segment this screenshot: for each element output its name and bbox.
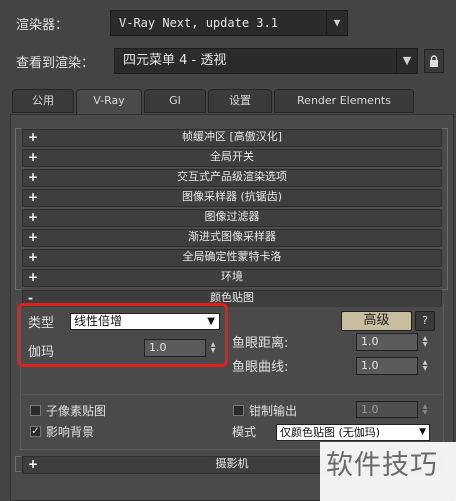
rollout-progressive-sampler[interactable]: + 渐进式图像采样器 bbox=[22, 229, 442, 247]
gamma-label: 伽玛 bbox=[28, 345, 55, 360]
tab-vray[interactable]: V-Ray bbox=[76, 89, 142, 115]
chevron-down-icon: ▼ bbox=[326, 11, 347, 35]
lock-button[interactable] bbox=[424, 49, 444, 73]
clamp-checkbox[interactable] bbox=[233, 405, 244, 416]
clamp-spinner[interactable]: ▲ ▼ bbox=[420, 401, 430, 418]
clamp-input[interactable]: 1.0 bbox=[356, 401, 418, 418]
rollout-frame-buffer[interactable]: + 帧缓冲区 [高傲汉化] bbox=[22, 129, 442, 147]
tab-gi[interactable]: GI bbox=[144, 89, 206, 113]
advanced-button[interactable]: 高级 bbox=[341, 311, 412, 331]
clamp-label: 钳制输出 bbox=[249, 404, 298, 418]
renderer-dropdown[interactable]: V-Ray Next, update 3.1 ▼ bbox=[110, 10, 348, 36]
rollout-bracket bbox=[442, 128, 448, 290]
fisheye-distance-input[interactable]: 1.0 bbox=[356, 333, 418, 351]
view-value: 四元菜单 4 - 透视 bbox=[123, 53, 227, 68]
watermark-text: 软件技巧 bbox=[326, 450, 438, 481]
view-label: 查看到渲染： bbox=[16, 56, 95, 71]
fisheye-curve-spinner[interactable]: ▲ ▼ bbox=[420, 357, 430, 375]
rollout-environment[interactable]: + 环境 bbox=[22, 269, 442, 287]
lock-icon bbox=[430, 55, 438, 67]
subpixel-label: 子像素贴图 bbox=[46, 404, 107, 418]
rollout-bracket bbox=[15, 456, 21, 472]
fisheye-curve-input[interactable]: 1.0 bbox=[356, 357, 418, 375]
tab-settings[interactable]: 设置 bbox=[208, 89, 272, 113]
rollout-global-dmc[interactable]: + 全局确定性蒙特卡洛 bbox=[22, 249, 442, 267]
mode-label: 模式 bbox=[232, 425, 257, 439]
rollout-image-filter[interactable]: + 图像过滤器 bbox=[22, 209, 442, 227]
type-label: 类型 bbox=[28, 316, 55, 331]
view-dropdown[interactable]: 四元菜单 4 - 透视 ▼ bbox=[114, 48, 418, 74]
tab-render-elements[interactable]: Render Elements bbox=[274, 89, 414, 113]
rollout-global-switches[interactable]: + 全局开关 bbox=[22, 149, 442, 167]
tab-common[interactable]: 公用 bbox=[12, 89, 74, 113]
fisheye-curve-label: 鱼眼曲线: bbox=[232, 360, 289, 375]
mode-value: 仅颜色贴图 (无伽玛) bbox=[280, 426, 381, 439]
fisheye-distance-spinner[interactable]: ▲ ▼ bbox=[420, 333, 430, 351]
fisheye-distance-label: 鱼眼距离: bbox=[232, 336, 289, 351]
rollout-bracket bbox=[15, 128, 21, 290]
renderer-value: V-Ray Next, update 3.1 bbox=[119, 16, 278, 30]
gamma-spinner[interactable]: ▲ ▼ bbox=[208, 339, 218, 357]
chevron-down-icon: ▼ bbox=[396, 49, 417, 73]
affect-background-checkbox[interactable]: ✓ bbox=[30, 426, 41, 437]
chevron-down-icon: ▼ bbox=[419, 425, 426, 440]
gamma-input[interactable]: 1.0 bbox=[144, 339, 206, 357]
rollout-ipr-options[interactable]: + 交互式产品级渲染选项 bbox=[22, 169, 442, 187]
affect-background-label: 影响背景 bbox=[46, 425, 95, 439]
rollout-image-sampler[interactable]: + 图像采样器 (抗锯齿) bbox=[22, 189, 442, 207]
chevron-down-icon: ▼ bbox=[207, 316, 215, 327]
mode-dropdown[interactable]: 仅颜色贴图 (无伽玛) ▼ bbox=[276, 424, 430, 441]
subpixel-checkbox[interactable] bbox=[30, 405, 41, 416]
help-button[interactable]: ? bbox=[415, 311, 435, 331]
separator bbox=[22, 394, 442, 395]
type-value: 线性倍增 bbox=[74, 314, 123, 328]
renderer-label: 渲染器： bbox=[16, 18, 69, 33]
type-dropdown[interactable]: 线性倍增 ▼ bbox=[70, 313, 220, 330]
check-icon: ✓ bbox=[31, 426, 40, 437]
